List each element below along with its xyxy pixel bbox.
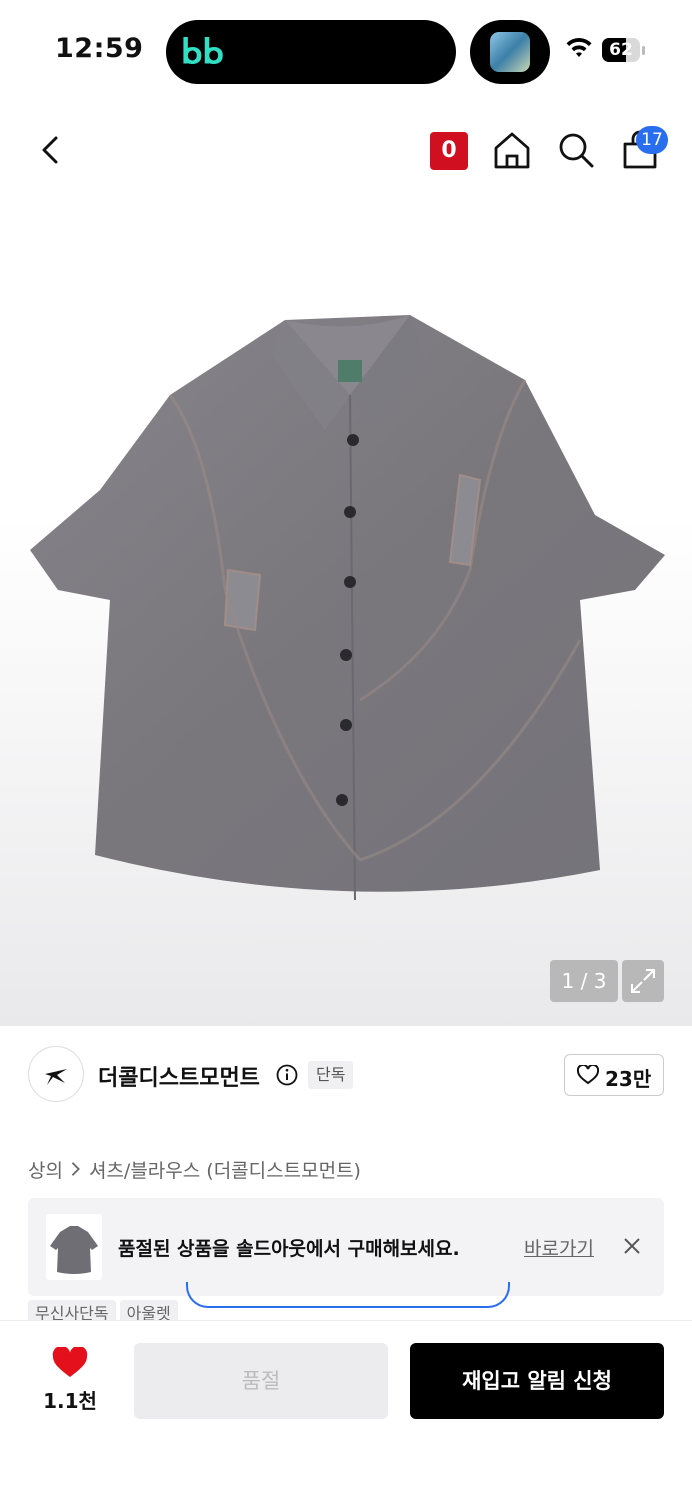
live-activity <box>470 20 550 84</box>
restock-alert-button[interactable]: 재입고 알림 신청 <box>410 1343 664 1419</box>
status-time: 12:59 <box>55 33 144 64</box>
home-icon[interactable] <box>492 130 532 170</box>
back-arrow-icon[interactable] <box>34 132 68 168</box>
chevron-right-icon <box>71 1162 80 1176</box>
zero-badge[interactable]: 0 <box>430 132 468 170</box>
soldout-button: 품절 <box>134 1343 388 1419</box>
island-app-glyph: ᖯᖯ <box>180 32 224 72</box>
dynamic-island: ᖯᖯ <box>166 20 456 84</box>
tooltip-outline <box>186 1282 510 1308</box>
breadcrumb: 상의 셔츠/블라우스 (더콜디스트모먼트) <box>28 1156 361 1183</box>
status-bar: 12:59 ᖯᖯ 62 <box>0 0 692 100</box>
info-icon[interactable] <box>276 1064 298 1086</box>
soldout-go-link[interactable]: 바로가기 <box>524 1234 594 1261</box>
soldout-thumbnail <box>46 1214 102 1280</box>
brand-row: 더콜디스트모먼트 단독 23만 <box>0 1026 692 1126</box>
brand-like-button[interactable]: 23만 <box>564 1054 664 1096</box>
wifi-icon <box>566 37 592 57</box>
tag-musinsa-exclusive[interactable]: 무신사단독 <box>28 1300 116 1322</box>
battery-body: 62 <box>602 38 640 62</box>
tag-list: 무신사단독 아울렛 <box>28 1300 182 1322</box>
live-activity-thumbnail <box>490 32 530 72</box>
soldout-message: 품절된 상품을 솔드아웃에서 구매해보세요. <box>118 1238 460 1260</box>
wish-count: 1.1천 <box>43 1389 97 1413</box>
battery-level: 62 <box>609 40 633 60</box>
breadcrumb-category[interactable]: 상의 <box>28 1160 63 1182</box>
top-navigation: 0 <box>0 110 692 190</box>
expand-icon[interactable] <box>622 960 664 1002</box>
brand-logo-icon[interactable] <box>28 1046 84 1102</box>
exclusive-tag: 단독 <box>308 1061 354 1089</box>
brand-like-count: 23만 <box>605 1067 652 1091</box>
brand-name[interactable]: 더콜디스트모먼트 <box>98 1060 260 1092</box>
battery-nub <box>642 46 645 55</box>
heart-outline-icon <box>577 1065 599 1085</box>
close-icon[interactable] <box>622 1236 642 1256</box>
image-page-counter: 1 / 3 <box>550 960 618 1002</box>
product-shirt-image <box>30 315 665 901</box>
tag-outlet[interactable]: 아울렛 <box>119 1300 178 1322</box>
battery-indicator: 62 <box>602 38 646 64</box>
search-icon[interactable] <box>556 130 596 170</box>
heart-filled-icon <box>52 1345 88 1377</box>
cart-count-badge: 17 <box>636 126 668 154</box>
island-app-icon: ᖯᖯ <box>180 30 224 74</box>
bottom-action-bar: 1.1천 품절 재입고 알림 신청 <box>0 1320 692 1501</box>
breadcrumb-subcategory[interactable]: 셔츠/블라우스 (더콜디스트모먼트) <box>89 1160 361 1182</box>
wish-button[interactable]: 1.1천 <box>40 1345 100 1417</box>
